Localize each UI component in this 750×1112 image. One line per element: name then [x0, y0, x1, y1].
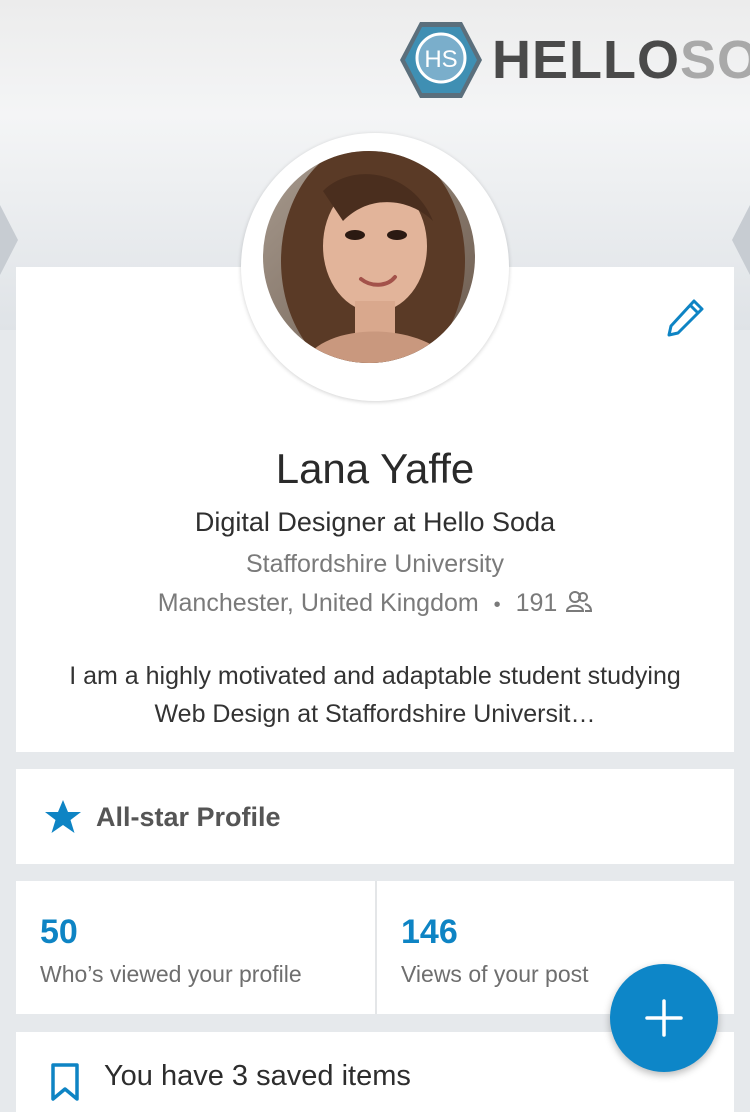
hello-soda-logo: HS HELLOSODA	[398, 18, 750, 102]
profile-avatar[interactable]	[241, 133, 509, 401]
profile-location-row: Manchester, United Kingdom • 191	[16, 589, 734, 618]
post-views-count: 146	[401, 913, 458, 951]
profile-headline: Digital Designer at Hello Soda	[194, 507, 556, 537]
add-post-button[interactable]	[610, 964, 718, 1072]
connections-count[interactable]: 191	[516, 589, 558, 617]
profile-views-stat[interactable]: 50 Who’s viewed your profile	[16, 881, 377, 1014]
saved-items-label: You have 3 saved items	[104, 1060, 411, 1092]
profile-views-count: 50	[40, 913, 78, 951]
plus-icon	[645, 999, 683, 1037]
separator-dot: •	[493, 594, 501, 616]
allstar-profile-card[interactable]: All-star Profile	[16, 769, 734, 864]
banner-left-chevron	[0, 205, 18, 275]
svg-text:HS: HS	[424, 46, 457, 73]
profile-name: Lana Yaffe	[275, 445, 475, 492]
profile-views-label: Who’s viewed your profile	[40, 961, 302, 987]
avatar-photo	[263, 151, 475, 363]
profile-location: Manchester, United Kingdom	[157, 589, 479, 617]
people-icon	[566, 591, 593, 613]
pencil-icon	[667, 299, 704, 337]
profile-summary[interactable]: I am a highly motivated and adaptable st…	[56, 657, 694, 733]
hs-badge-icon: HS	[400, 22, 482, 98]
star-icon	[45, 800, 81, 833]
edit-profile-button[interactable]	[664, 295, 708, 339]
profile-school: Staffordshire University	[246, 550, 504, 578]
allstar-label: All-star Profile	[96, 802, 281, 832]
post-views-label: Views of your post	[401, 961, 589, 987]
bookmark-icon	[51, 1063, 79, 1101]
hello-soda-wordmark: HELLOSODA	[492, 30, 750, 90]
banner-right-chevron	[732, 205, 750, 275]
